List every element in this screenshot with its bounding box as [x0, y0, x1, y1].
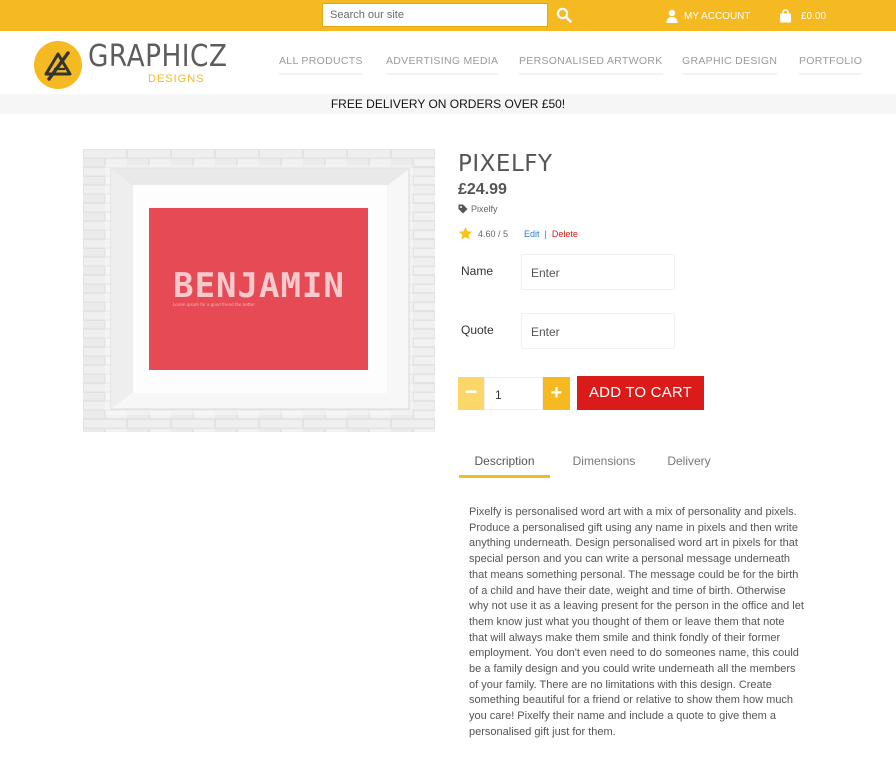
rating-value: 4.60 / 5	[478, 228, 509, 239]
site-header: GRAPHICZ DESIGNS ALL PRODUCTS ADVERTISIN…	[0, 31, 896, 94]
quantity-input[interactable]: 1	[484, 377, 543, 410]
name-field-label: Name	[461, 264, 494, 278]
product-tabs: Description Dimensions Delivery	[459, 447, 729, 479]
tab-description[interactable]: Description	[459, 447, 550, 478]
logo-subtext: DESIGNS	[148, 73, 205, 85]
tab-delivery[interactable]: Delivery	[657, 447, 721, 478]
product-rating: 4.60 / 5 Edit | Delete	[458, 226, 578, 241]
product-tag-label: Pixelfy	[471, 204, 498, 214]
search-icon[interactable]	[556, 7, 572, 23]
my-account-link[interactable]: MY ACCOUNT	[666, 8, 751, 24]
print-name: BENJAMIN	[173, 266, 345, 306]
product-price: £24.99	[458, 181, 507, 198]
nav-portfolio[interactable]: PORTFOLIO	[799, 55, 863, 75]
framed-print-image: BENJAMIN Lorem ipsum for a good friend t…	[83, 149, 435, 432]
quote-field-label: Quote	[461, 323, 494, 337]
product-image[interactable]: BENJAMIN Lorem ipsum for a good friend t…	[83, 149, 435, 432]
cart-total: £0.00	[801, 10, 827, 22]
quantity-decrease-button[interactable]: −	[458, 377, 484, 410]
print-subtext: Lorem ipsum for a good friend the better	[173, 302, 255, 307]
product-description: Pixelfy is personalised word art with a …	[469, 506, 804, 738]
delivery-banner: FREE DELIVERY ON ORDERS OVER £50!	[0, 94, 896, 114]
product-title: PIXELFY	[458, 151, 553, 177]
nav-graphic-design[interactable]: GRAPHIC DESIGN	[682, 55, 778, 75]
top-bar: Search our site MY ACCOUNT £0.00	[0, 0, 896, 31]
nav-advertising-media[interactable]: ADVERTISING MEDIA	[386, 55, 499, 75]
product-tag[interactable]: Pixelfy	[458, 204, 498, 214]
tag-icon	[458, 204, 468, 214]
quote-input[interactable]: Enter	[521, 313, 675, 349]
link-separator: |	[544, 228, 547, 239]
tab-dimensions[interactable]: Dimensions	[563, 447, 645, 478]
bag-icon	[780, 9, 791, 23]
logo-mark	[44, 51, 72, 81]
star-icon	[458, 226, 473, 240]
quantity-increase-button[interactable]: +	[543, 377, 570, 410]
search-input[interactable]: Search our site	[322, 3, 548, 27]
edit-link[interactable]: Edit	[524, 229, 540, 239]
logo-icon[interactable]	[34, 41, 82, 89]
logo-text: GRAPHICZ	[88, 39, 228, 74]
my-account-label: MY ACCOUNT	[684, 10, 751, 22]
cart-link[interactable]: £0.00	[779, 8, 826, 24]
nav-personalised-artwork[interactable]: PERSONALISED ARTWORK	[519, 55, 663, 75]
user-icon	[666, 9, 678, 23]
delete-link[interactable]: Delete	[552, 229, 578, 239]
name-input[interactable]: Enter	[521, 254, 675, 290]
nav-all-products[interactable]: ALL PRODUCTS	[279, 55, 363, 75]
add-to-cart-button[interactable]: ADD TO CART	[577, 376, 704, 410]
